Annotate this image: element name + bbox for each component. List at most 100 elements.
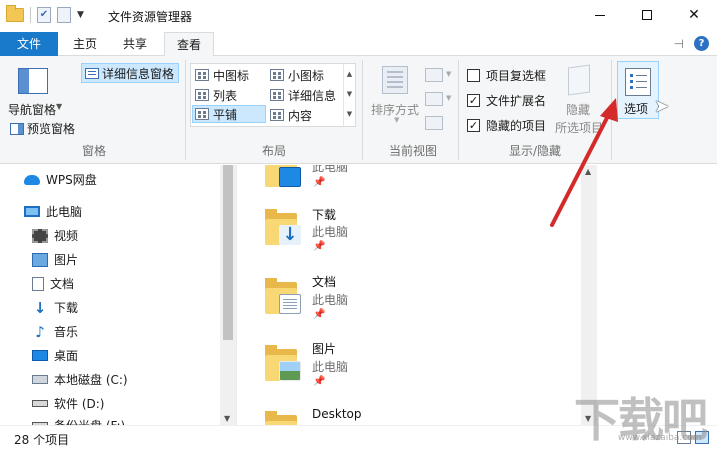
- medium-icons-icon: [195, 69, 209, 81]
- nav-item-label: 桌面: [54, 349, 79, 363]
- details-pane-button[interactable]: 详细信息窗格: [81, 63, 180, 83]
- list-item-name[interactable]: 下载: [312, 206, 336, 223]
- navigation-pane-button[interactable]: 导航窗格: [8, 101, 56, 118]
- customize-toolbar-chevron-down-icon[interactable]: ▼: [77, 10, 84, 20]
- preview-pane-button[interactable]: 预览窗格: [10, 120, 75, 137]
- group-by-icon[interactable]: [425, 68, 443, 82]
- nav-item-label: 本地磁盘 (C:): [54, 373, 128, 387]
- sort-by-chevron-down-icon[interactable]: ▼: [394, 116, 399, 124]
- tiles-icon: [195, 108, 209, 120]
- list-item-name[interactable]: Desktop: [312, 407, 362, 421]
- layout-gallery-scroll[interactable]: ▲ ▼ ▼: [343, 64, 355, 126]
- pin-icon: 📌: [313, 177, 326, 188]
- nav-item-this-pc[interactable]: 此电脑: [24, 203, 82, 220]
- file-extensions-checkbox[interactable]: ✓: [467, 94, 480, 107]
- annotation-arrow: [550, 98, 618, 227]
- folder-icon: [6, 5, 24, 22]
- nav-item-label: 图片: [54, 253, 79, 267]
- layout-small-icons[interactable]: 小图标: [268, 66, 342, 84]
- properties-icon[interactable]: [37, 7, 51, 23]
- tab-share[interactable]: 共享: [112, 32, 158, 56]
- maximize-button[interactable]: [624, 0, 670, 30]
- nav-item-videos[interactable]: 视频: [32, 227, 78, 244]
- mouse-cursor-icon: ➤: [654, 96, 670, 117]
- list-item-name[interactable]: 图片: [312, 340, 336, 357]
- nav-item-wps-cloud[interactable]: WPS网盘: [24, 171, 97, 188]
- pin-ribbon-icon[interactable]: ⊣: [674, 37, 684, 51]
- hidden-items-option[interactable]: ✓ 隐藏的项目: [467, 117, 546, 134]
- toolbar-divider: [30, 7, 31, 23]
- list-item-location: 此电脑: [312, 225, 349, 239]
- item-checkboxes-option[interactable]: 项目复选框: [467, 67, 546, 84]
- help-icon[interactable]: ?: [694, 36, 709, 51]
- disk-icon: [32, 375, 48, 384]
- tab-view[interactable]: 查看: [164, 32, 214, 57]
- disk-icon: [32, 400, 48, 407]
- download-icon: ↓: [279, 225, 301, 245]
- folder-icon[interactable]: [265, 165, 305, 187]
- layout-content[interactable]: 内容: [268, 106, 342, 124]
- nav-item-desktop[interactable]: 桌面: [32, 347, 78, 364]
- layout-item-label: 列表: [213, 88, 238, 103]
- size-columns-icon[interactable]: [425, 116, 443, 130]
- folder-icon[interactable]: [265, 411, 305, 425]
- small-icons-icon: [270, 69, 284, 81]
- list-item-location: 此电脑: [312, 293, 349, 307]
- music-icon: ♪: [35, 322, 45, 341]
- scroll-up-icon[interactable]: ▲: [344, 64, 355, 84]
- item-checkboxes-label: 项目复选框: [486, 69, 547, 83]
- scroll-down-icon[interactable]: ▼: [344, 84, 355, 104]
- list-item-name[interactable]: 文档: [312, 273, 336, 290]
- minimize-button[interactable]: [577, 0, 623, 30]
- navigation-pane-chevron-down-icon[interactable]: ▼: [56, 102, 62, 111]
- folder-icon[interactable]: [265, 345, 305, 381]
- nav-item-drive-d[interactable]: 软件 (D:): [32, 395, 104, 412]
- details-icon: [270, 89, 284, 101]
- folder-icon[interactable]: [265, 278, 305, 314]
- nav-item-label: 文档: [50, 277, 75, 291]
- file-extensions-option[interactable]: ✓ 文件扩展名: [467, 92, 546, 109]
- pictures-icon: [279, 361, 301, 381]
- group-by-chevron-down-icon[interactable]: ▼: [446, 70, 451, 78]
- nav-item-pictures[interactable]: 图片: [32, 251, 78, 268]
- navigation-pane-icon[interactable]: [18, 68, 48, 94]
- layout-details[interactable]: 详细信息: [268, 86, 342, 104]
- nav-item-label: 备份光盘 (F:): [54, 417, 125, 425]
- title-bar: ▼ 文件资源管理器 ✕: [0, 0, 717, 32]
- nav-item-documents[interactable]: 文档: [32, 275, 74, 292]
- tab-home[interactable]: 主页: [62, 32, 108, 56]
- documents-icon: [32, 276, 44, 291]
- nav-item-label: 下载: [54, 301, 79, 315]
- expand-gallery-icon[interactable]: ▼: [344, 104, 355, 124]
- add-columns-chevron-down-icon[interactable]: ▼: [446, 94, 451, 102]
- close-button[interactable]: ✕: [671, 0, 717, 30]
- layout-item-label: 小图标: [288, 68, 325, 83]
- nav-item-label: 此电脑: [46, 205, 83, 219]
- preview-pane-label: 预览窗格: [27, 122, 76, 136]
- nav-item-label: 软件 (D:): [54, 397, 105, 411]
- item-checkboxes-checkbox[interactable]: [467, 69, 480, 82]
- nav-item-drive-c[interactable]: 本地磁盘 (C:): [32, 371, 128, 388]
- layout-list[interactable]: 列表: [193, 86, 265, 104]
- tab-file[interactable]: 文件: [0, 32, 58, 56]
- add-columns-icon[interactable]: [425, 92, 443, 106]
- layout-tiles[interactable]: 平铺: [192, 105, 266, 123]
- hidden-items-checkbox[interactable]: ✓: [467, 119, 480, 132]
- navigation-pane: WPS网盘 此电脑 视频 图片 文档 ↓ 下载 ♪ 音乐 桌面 本地磁盘 (C:…: [0, 165, 236, 425]
- layout-medium-icons[interactable]: 中图标: [193, 66, 265, 84]
- details-pane-icon: [85, 67, 99, 79]
- nav-item-downloads[interactable]: ↓ 下载: [32, 299, 78, 316]
- nav-item-drive-f[interactable]: 备份光盘 (F:): [32, 417, 125, 425]
- folder-icon[interactable]: ↓: [265, 209, 305, 245]
- cloud-icon: [24, 174, 40, 185]
- scroll-down-icon[interactable]: ▼: [224, 414, 230, 423]
- computer-icon: [279, 167, 301, 187]
- new-folder-icon[interactable]: [57, 7, 71, 23]
- sort-by-icon[interactable]: [382, 66, 408, 94]
- pictures-icon: [32, 252, 48, 267]
- navigation-pane-scrollbar[interactable]: ▼: [220, 165, 236, 425]
- video-icon: [32, 228, 48, 243]
- pane-group-label: 窗格: [81, 144, 106, 158]
- scrollbar-thumb[interactable]: [223, 165, 233, 340]
- nav-item-music[interactable]: ♪ 音乐: [32, 323, 78, 340]
